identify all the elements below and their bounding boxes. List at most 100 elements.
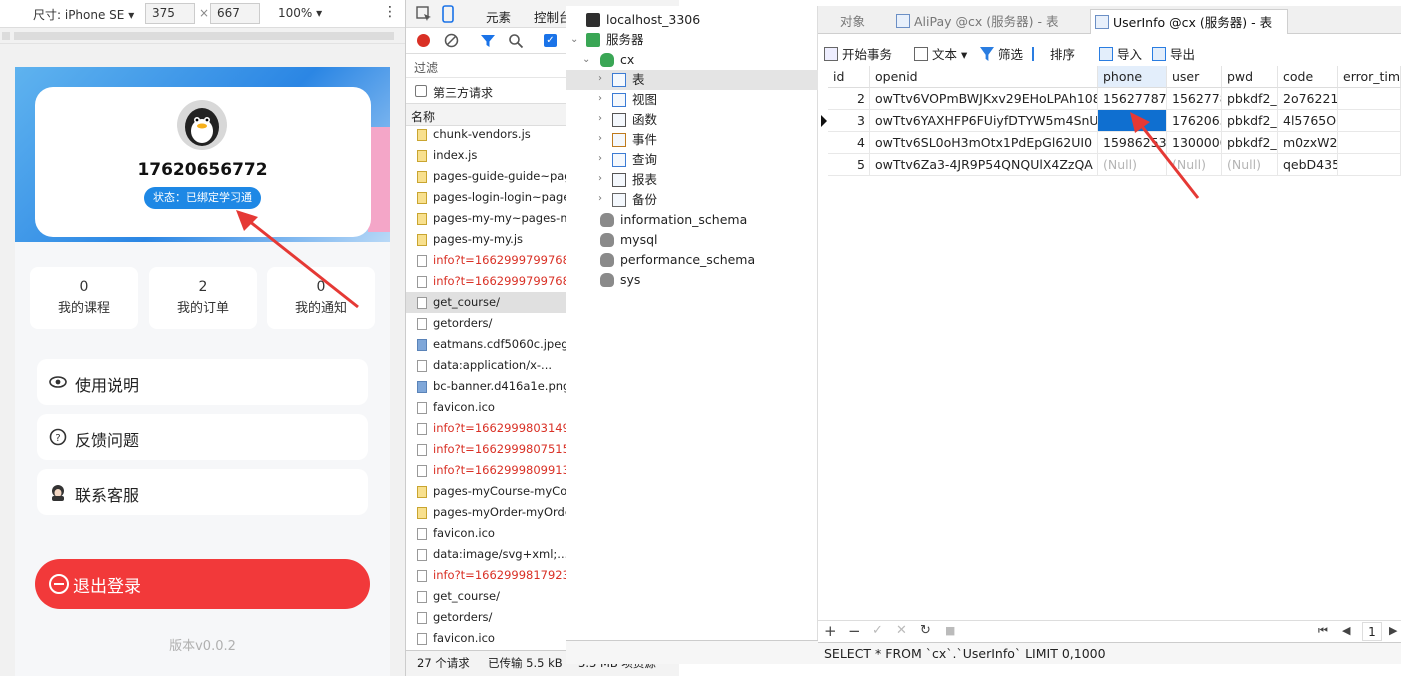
request-name: pages-my-my~pages-my: [433, 211, 579, 225]
request-name: info?t=1662999799768: [433, 253, 570, 267]
chevron-right-icon[interactable]: ›: [598, 73, 602, 84]
tab-alipay-table[interactable]: AliPay @cx (服务器) - 表: [892, 9, 1088, 34]
chevron-right-icon[interactable]: ›: [598, 193, 602, 204]
cell-phone[interactable]: 156277879: [1098, 88, 1167, 110]
cell-id[interactable]: 4: [828, 132, 870, 154]
more-options-icon[interactable]: ⋮: [383, 4, 397, 20]
request-name: pages-my-my.js: [433, 232, 524, 246]
request-count: 27 个请求: [417, 656, 470, 670]
cell-user[interactable]: 156277879: [1167, 88, 1222, 110]
cell-pwd[interactable]: pbkdf2_s: [1222, 110, 1278, 132]
cell-openid[interactable]: owTtv6SL0oH3mOtx1PdEpGl62UI0: [870, 132, 1098, 154]
text-view-button[interactable]: 文本 ▾: [914, 44, 967, 63]
tab-objects[interactable]: 对象: [818, 9, 892, 34]
cell-pwd[interactable]: pbkdf2_s: [1222, 132, 1278, 154]
column-header-user[interactable]: user: [1167, 66, 1222, 88]
annotation-arrow-grid: [1130, 112, 1200, 199]
column-header-pwd[interactable]: pwd: [1222, 66, 1278, 88]
chevron-right-icon[interactable]: ›: [598, 93, 602, 104]
cell-openid[interactable]: owTtv6VOPmBWJKxv29EHoLPAh108: [870, 88, 1098, 110]
table-row[interactable]: 3owTtv6YAXHFP6FUiyfDTYW5m4SnU176206567pb…: [818, 110, 1401, 132]
menu-item-instructions[interactable]: 使用说明: [37, 359, 368, 405]
sort-button[interactable]: 排序: [1032, 44, 1075, 63]
tab-label: AliPay @cx (服务器) - 表: [914, 14, 1059, 29]
apply-button[interactable]: ✓: [872, 623, 883, 638]
column-header-error-time[interactable]: error_time: [1338, 66, 1401, 88]
media-query-ruler: [0, 28, 405, 44]
chevron-right-icon[interactable]: ›: [598, 153, 602, 164]
record-icon[interactable]: [417, 34, 430, 47]
avatar[interactable]: [177, 100, 227, 150]
tree-label: 表: [632, 72, 645, 87]
cell-error-time[interactable]: [1338, 110, 1401, 132]
cell-error-time[interactable]: [1338, 154, 1401, 176]
document-file-icon: [417, 591, 427, 603]
cell-openid[interactable]: owTtv6Za3-4JR9P54QNQUlX4ZzQA: [870, 154, 1098, 176]
import-button[interactable]: 导入: [1099, 44, 1142, 63]
page-number-input[interactable]: 1: [1362, 622, 1382, 641]
cell-id[interactable]: 2: [828, 88, 870, 110]
begin-transaction-button[interactable]: 开始事务: [824, 44, 892, 63]
request-name: get_course/: [433, 295, 500, 309]
cell-error-time[interactable]: [1338, 88, 1401, 110]
import-icon: [1099, 47, 1113, 61]
column-header-id[interactable]: id: [828, 66, 870, 88]
column-header-code[interactable]: code: [1278, 66, 1338, 88]
user-phone-number: 17620656772: [137, 160, 268, 180]
table-row[interactable]: 2owTtv6VOPmBWJKxv29EHoLPAh10815627787915…: [818, 88, 1401, 110]
tab-userinfo-table[interactable]: UserInfo @cx (服务器) - 表: [1090, 9, 1288, 34]
cell-id[interactable]: 5: [828, 154, 870, 176]
stat-my-courses[interactable]: 0 我的课程: [30, 267, 138, 329]
menu-item-customer-service[interactable]: 联系客服: [37, 469, 368, 515]
refresh-button[interactable]: ↻: [920, 623, 931, 638]
first-page-button[interactable]: ⏮: [1318, 624, 1328, 638]
export-button[interactable]: 导出: [1152, 44, 1195, 63]
chevron-down-icon[interactable]: ⌄: [570, 34, 578, 45]
stat-label: 我的课程: [57, 301, 110, 316]
logout-button[interactable]: 退出登录: [35, 559, 370, 609]
cell-code[interactable]: 4l5765O0j: [1278, 110, 1338, 132]
next-page-button[interactable]: ▶: [1389, 624, 1397, 637]
inspect-icon[interactable]: [416, 6, 432, 22]
preserve-log-checkbox[interactable]: ✓: [544, 34, 557, 47]
search-icon[interactable]: [508, 33, 524, 49]
chevron-down-icon[interactable]: ⌄: [582, 54, 590, 65]
function-icon: [612, 113, 626, 127]
tab-elements[interactable]: 元素: [486, 7, 511, 26]
device-height-input[interactable]: 667: [210, 3, 260, 24]
stop-button[interactable]: ■: [945, 624, 955, 637]
prev-page-button[interactable]: ◀: [1342, 624, 1350, 637]
chevron-right-icon[interactable]: ›: [598, 113, 602, 124]
device-toggle-icon[interactable]: [440, 5, 456, 23]
column-header-openid[interactable]: openid: [870, 66, 1098, 88]
zoom-dropdown[interactable]: 100% ▾: [278, 6, 322, 20]
clear-icon[interactable]: [444, 33, 459, 48]
column-header-phone[interactable]: phone: [1098, 66, 1167, 88]
cell-code[interactable]: m0zxW24: [1278, 132, 1338, 154]
delete-record-button[interactable]: −: [848, 622, 861, 640]
cell-pwd[interactable]: (Null): [1222, 154, 1278, 176]
database-icon: [600, 53, 614, 67]
device-size-dropdown[interactable]: 尺寸: iPhone SE ▾: [33, 6, 134, 23]
document-file-icon: [417, 360, 427, 372]
menu-item-feedback[interactable]: ? 反馈问题: [37, 414, 368, 460]
tree-label: 备份: [632, 192, 658, 207]
device-width-input[interactable]: 375: [145, 3, 195, 24]
request-name: data:image/svg+xml;...: [433, 547, 569, 561]
chevron-right-icon[interactable]: ›: [598, 173, 602, 184]
filter-icon[interactable]: [480, 33, 496, 49]
cell-openid[interactable]: owTtv6YAXHFP6FUiyfDTYW5m4SnU: [870, 110, 1098, 132]
cell-error-time[interactable]: [1338, 132, 1401, 154]
filter-button[interactable]: 筛选: [980, 44, 1023, 63]
chevron-right-icon[interactable]: ›: [598, 133, 602, 144]
cell-id[interactable]: 3: [828, 110, 870, 132]
third-party-checkbox[interactable]: [415, 85, 427, 97]
add-record-button[interactable]: +: [824, 622, 837, 640]
cell-pwd[interactable]: pbkdf2_s: [1222, 88, 1278, 110]
cell-code[interactable]: 2o762218: [1278, 88, 1338, 110]
table-row[interactable]: 5 owTtv6Za3-4JR9P54QNQUlX4ZzQA (Null) (Null…: [818, 154, 1401, 176]
table-row[interactable]: 4owTtv6SL0oH3mOtx1PdEpGl62UI015986253413…: [818, 132, 1401, 154]
cell-code[interactable]: qebD435k: [1278, 154, 1338, 176]
discard-button[interactable]: ✕: [896, 623, 907, 638]
filter-input[interactable]: 过滤: [414, 59, 438, 76]
